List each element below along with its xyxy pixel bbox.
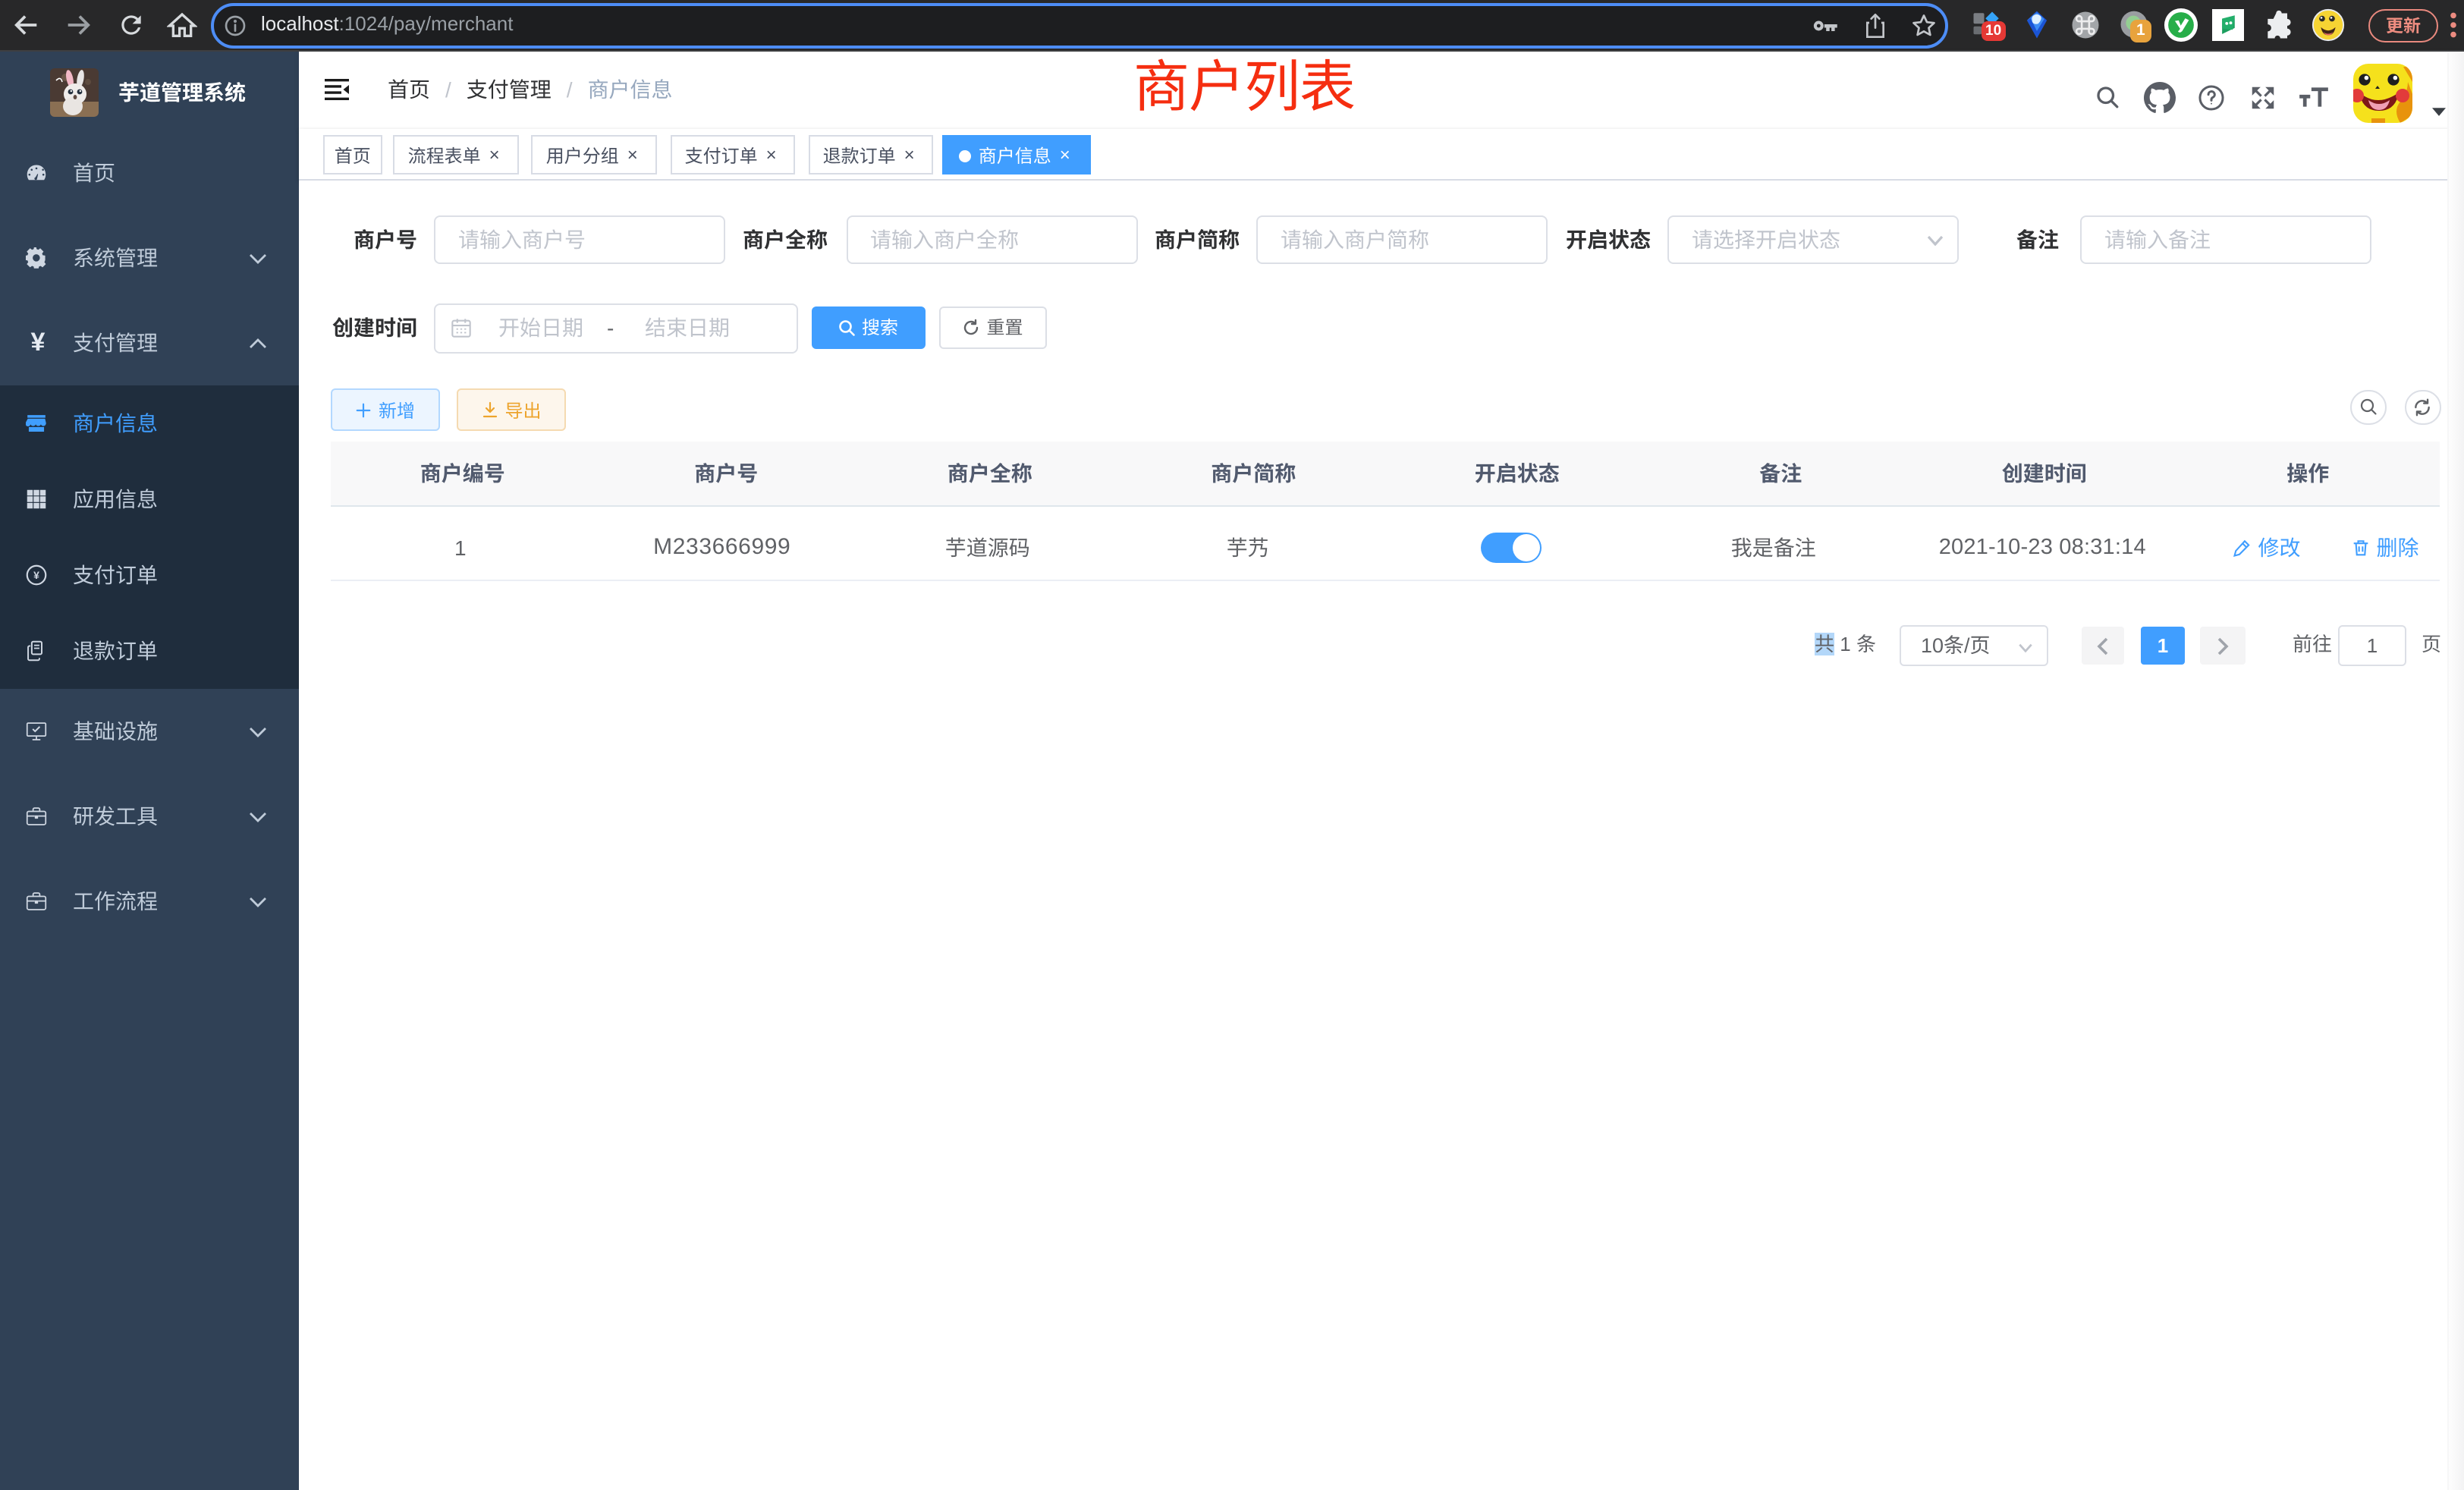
svg-text:¥: ¥ bbox=[33, 568, 39, 580]
